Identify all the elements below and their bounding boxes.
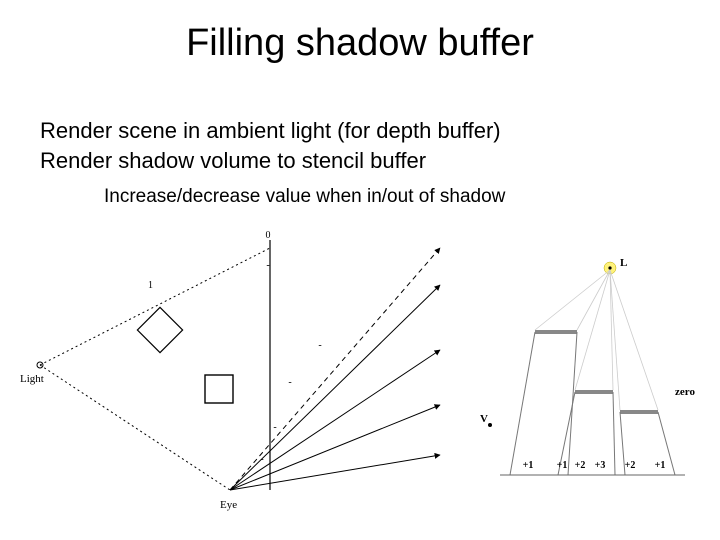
left-region-0: -	[266, 260, 269, 271]
right-diagram: L V zero	[480, 257, 695, 475]
body-line-2: Render shadow volume to stencil buffer	[40, 148, 426, 174]
right-region-1: +1	[557, 460, 568, 471]
left-region-3: -	[273, 422, 276, 433]
right-region-4: +2	[625, 460, 636, 471]
left-one-label: 1	[148, 280, 153, 291]
right-region-3: +3	[595, 460, 606, 471]
left-zero-label: 0	[266, 230, 271, 241]
left-region-1: -	[318, 340, 321, 351]
right-region-0: +1	[523, 460, 534, 471]
diagram-area: 0 Light	[20, 230, 700, 520]
left-diagram: 0 Light	[20, 230, 440, 511]
slide-title: Filling shadow buffer	[0, 22, 720, 65]
left-region-4: -	[260, 454, 263, 465]
right-V-label: V	[480, 413, 488, 425]
right-L-label: L	[620, 257, 627, 269]
left-light-label: Light	[20, 373, 44, 385]
left-region-2: -	[288, 377, 291, 388]
right-region-5: +1	[655, 460, 666, 471]
body-sub-line: Increase/decrease value when in/out of s…	[104, 186, 505, 208]
right-region-2: +2	[575, 460, 586, 471]
right-zero-label: zero	[675, 386, 695, 398]
diagrams-svg: 0 Light	[20, 230, 700, 520]
left-eye-label: Eye	[220, 499, 237, 511]
body-line-1: Render scene in ambient light (for depth…	[40, 118, 501, 144]
slide: Filling shadow buffer Render scene in am…	[0, 0, 720, 540]
